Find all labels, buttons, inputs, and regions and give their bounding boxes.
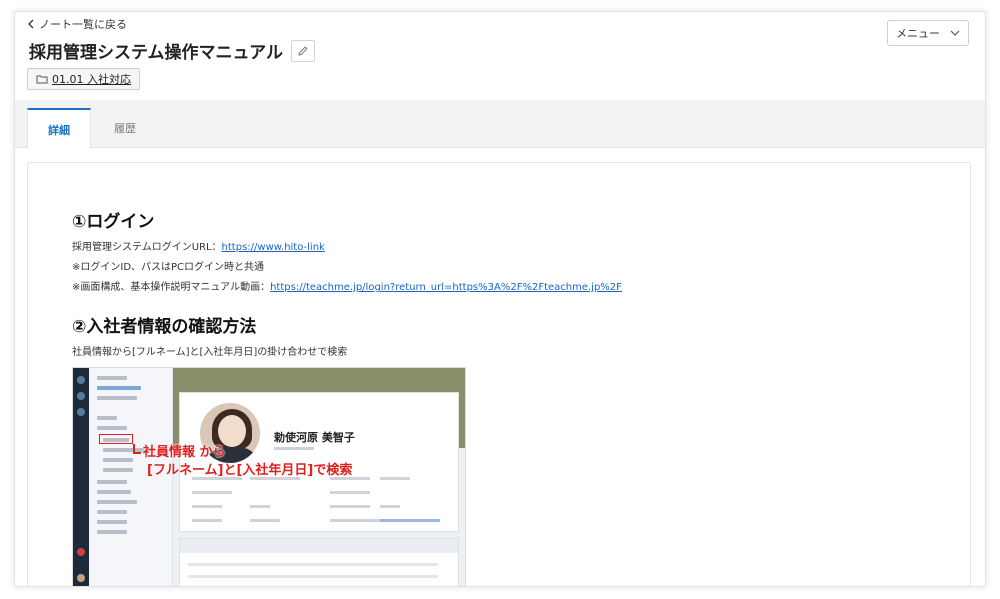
chevron-down-icon <box>950 30 960 36</box>
note-content: ①ログイン 採用管理システムログインURL：https://www.hito-l… <box>27 162 971 586</box>
section-heading-onboarding: ②入社者情報の確認方法 <box>72 317 257 337</box>
tab-bar: 詳細 履歴 <box>15 100 985 149</box>
login-url-line: 採用管理システムログインURL：https://www.hito-link <box>72 238 932 258</box>
app-window: ノート一覧に戻る 採用管理システム操作マニュアル 01.01 入社対応 メニュー… <box>14 11 986 587</box>
manual-video-line: ※画面構成、基本操作説明マニュアル動画：https://teachme.jp/l… <box>72 278 932 298</box>
back-link-label: ノート一覧に戻る <box>39 18 127 31</box>
menu-button[interactable]: メニュー <box>887 20 969 46</box>
folder-label: 01.01 入社対応 <box>52 73 131 86</box>
profile-name: 勅使河原 美智子 <box>274 431 355 444</box>
section-heading-login: ①ログイン <box>72 212 155 232</box>
screenshot-highlight-box <box>99 434 133 444</box>
login-note-line: ※ログインID、パスはPCログイン時と共通 <box>72 262 265 273</box>
search-instruction-line: 社員情報から[フルネーム]と[入社年月日]の掛け合わせで検索 <box>72 347 348 358</box>
callout-line-1: 社員情報 から <box>143 445 226 460</box>
manual-video-label: ※画面構成、基本操作説明マニュアル動画： <box>72 282 271 293</box>
folder-icon <box>36 75 48 84</box>
pencil-icon <box>298 45 308 56</box>
back-link[interactable]: ノート一覧に戻る <box>27 16 127 32</box>
edit-title-button[interactable] <box>290 39 315 62</box>
login-url-link[interactable]: https://www.hito-link <box>222 242 325 253</box>
note-body: ①ログイン 採用管理システムログインURL：https://www.hito-l… <box>72 207 932 586</box>
login-url-label: 採用管理システムログインURL： <box>72 242 222 253</box>
page-title: 採用管理システム操作マニュアル <box>29 43 283 63</box>
manual-video-link[interactable]: https://teachme.jp/login?return_url=http… <box>270 282 622 293</box>
screenshot-callout: 社員情報 から [フルネーム]と[入社年月日]で検索 <box>143 444 352 480</box>
screenshot-rail <box>73 368 89 586</box>
screenshot-history-card <box>179 538 459 586</box>
embedded-screenshot: 勅使河原 美智子 社員情報 から [フルネーム]と[入社年月日]で検索 <box>72 367 466 586</box>
tab-details[interactable]: 詳細 <box>27 108 91 149</box>
tab-history[interactable]: 履歴 <box>93 108 157 148</box>
folder-button[interactable]: 01.01 入社対応 <box>27 68 140 90</box>
callout-bracket <box>133 444 141 454</box>
title-row: 採用管理システム操作マニュアル <box>29 38 315 63</box>
callout-line-2: [フルネーム]と[入社年月日]で検索 <box>147 463 353 478</box>
menu-label: メニュー <box>896 27 940 40</box>
chevron-left-icon <box>28 19 34 29</box>
